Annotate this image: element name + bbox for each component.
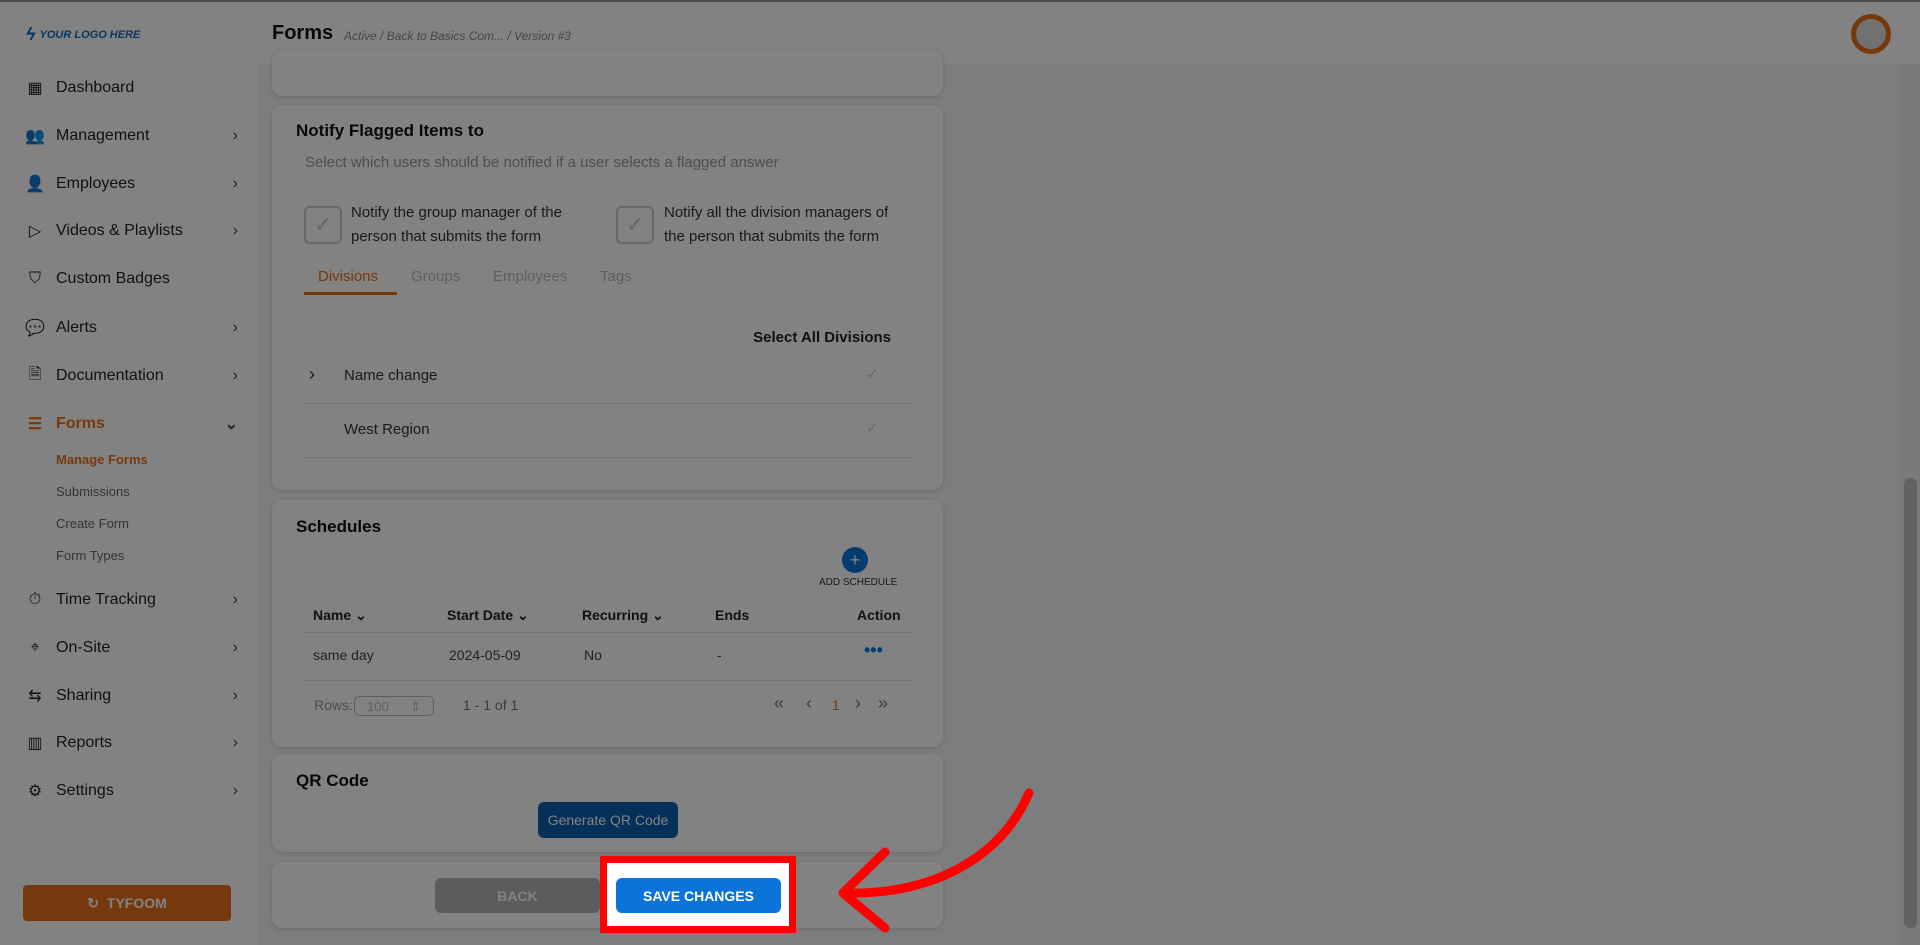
pointer-arrow-icon <box>838 788 1034 933</box>
